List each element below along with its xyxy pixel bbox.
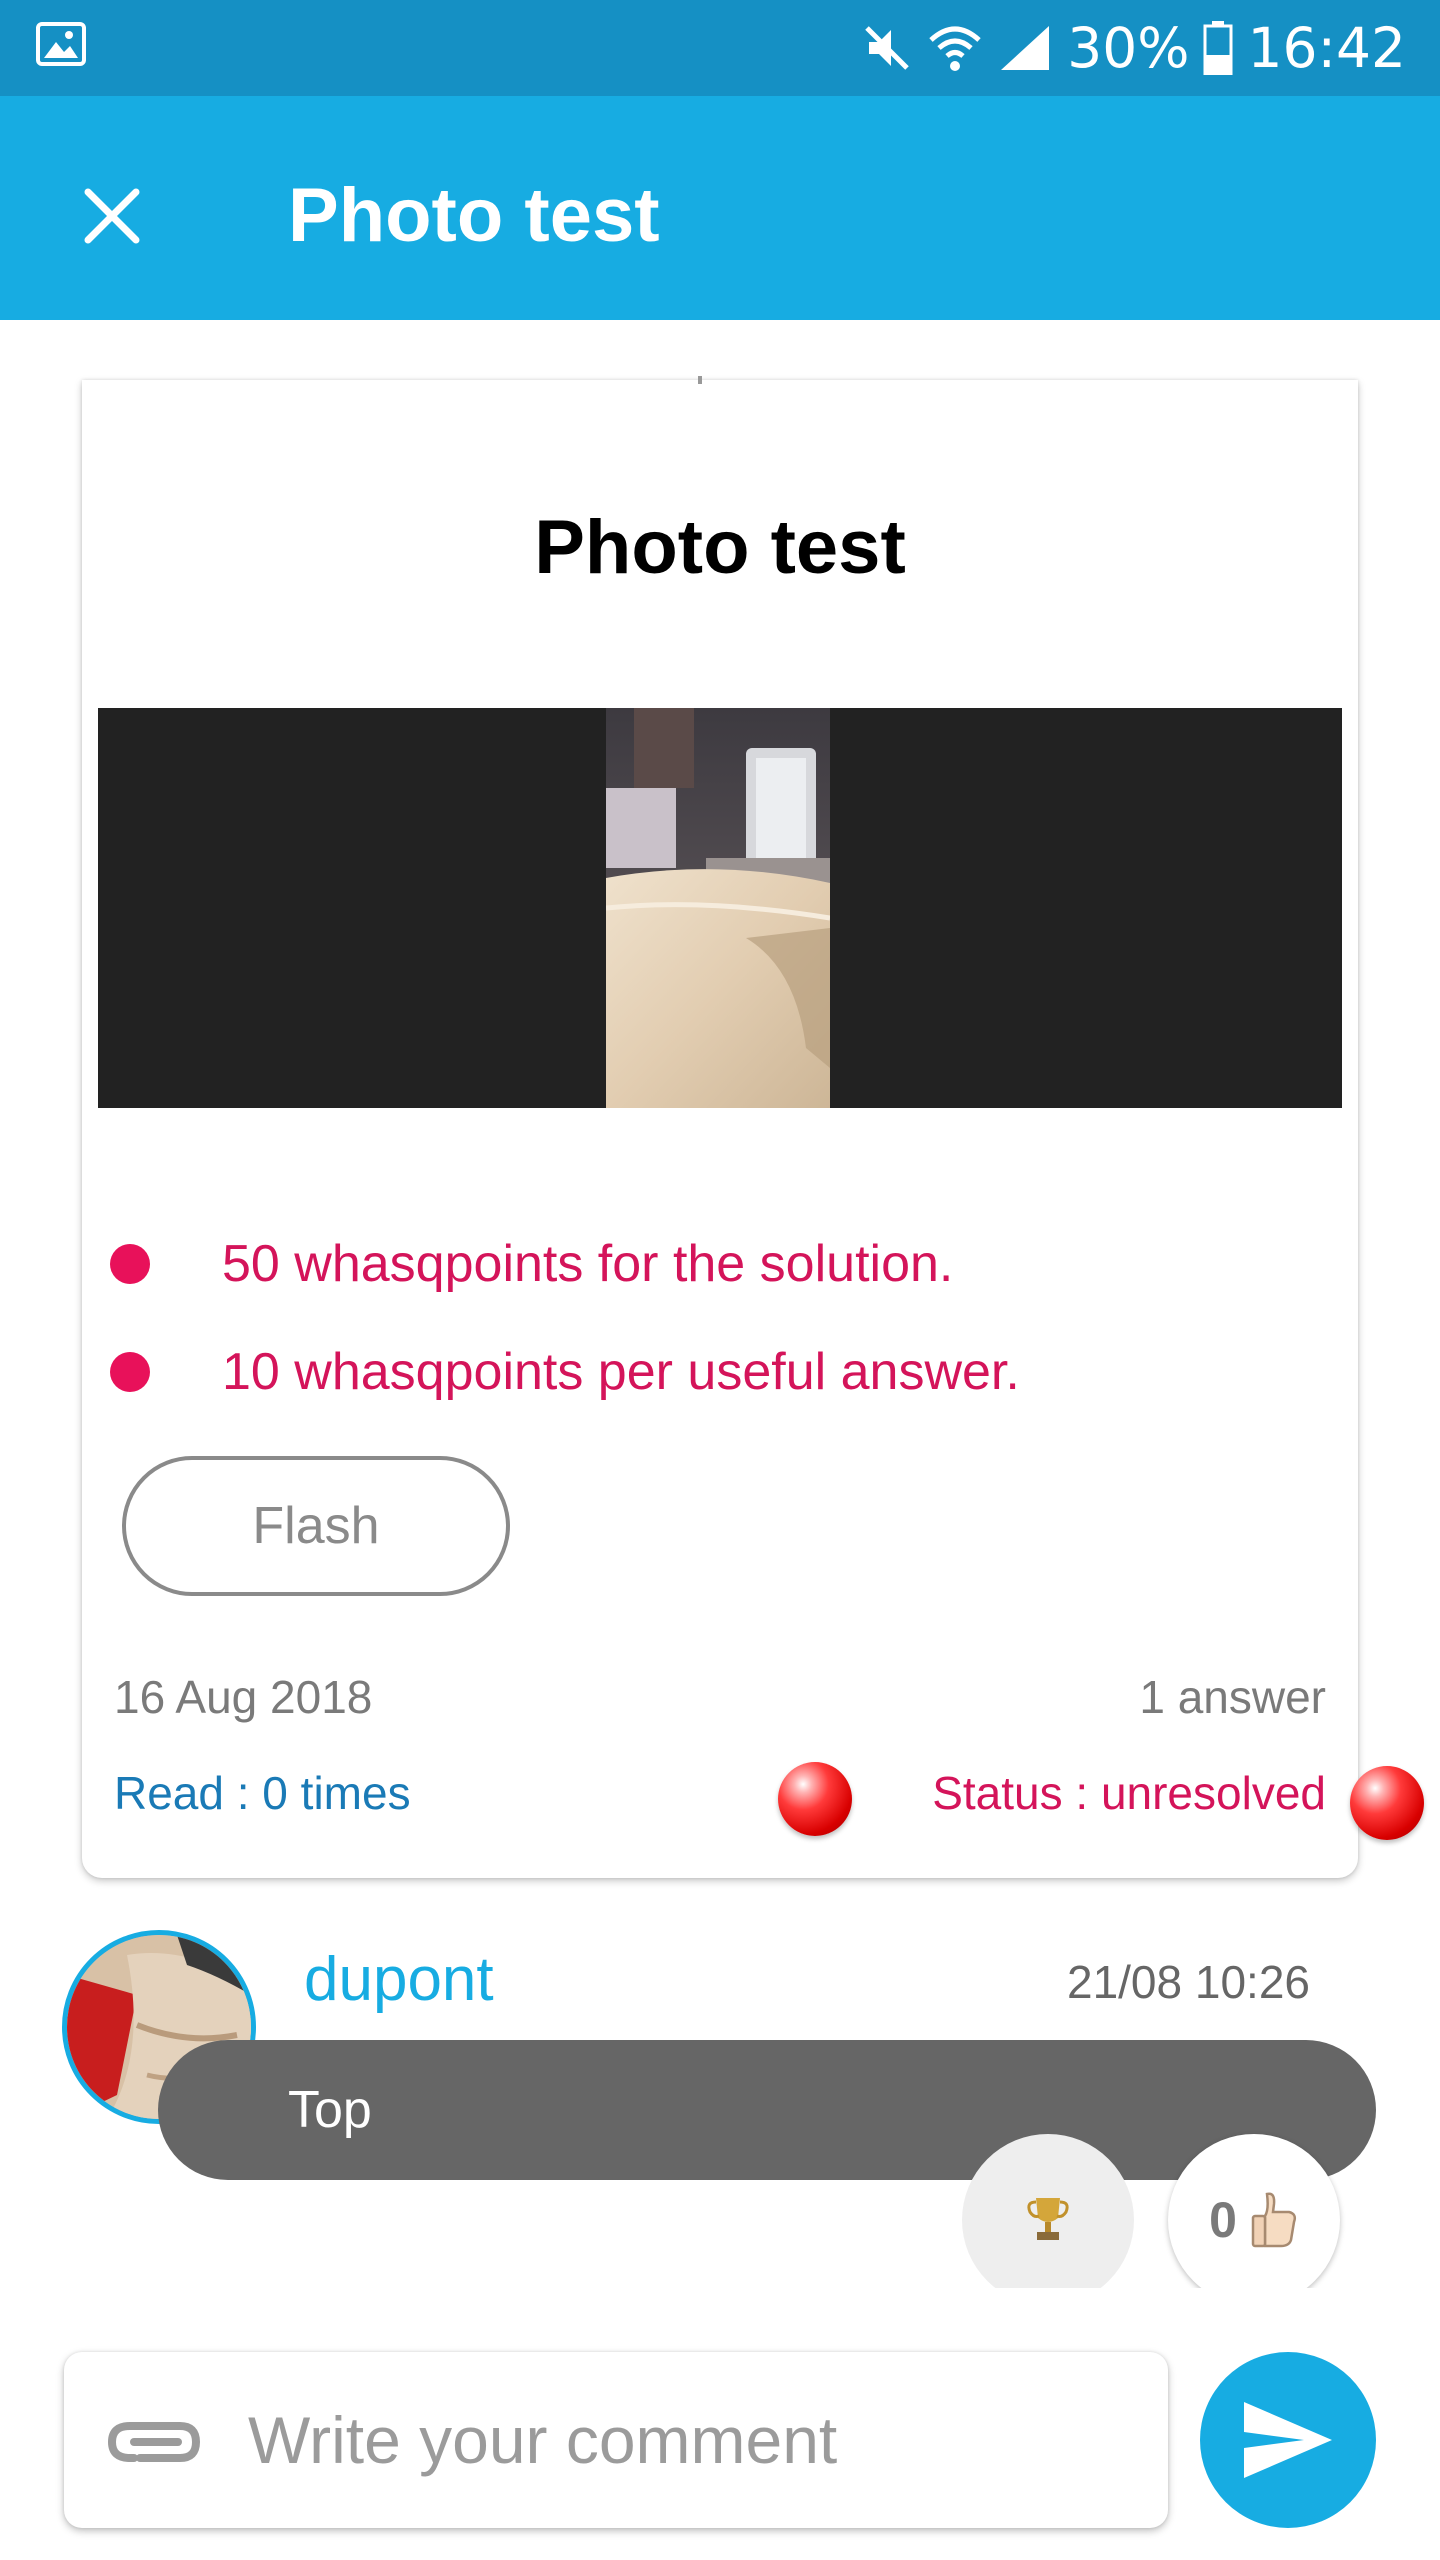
reward-solution-text: 50 whasqpoints for the solution. [222,1235,954,1293]
thumbs-up-icon [1251,2192,1296,2248]
like-count: 0 [1209,2192,1237,2248]
battery-percent: 30% [1067,15,1190,80]
wifi-icon [929,26,981,71]
paperclip-icon[interactable] [104,2400,204,2480]
answer-time: 21/08 10:26 [1066,1956,1310,2008]
close-icon [84,188,140,244]
scroll-indicator [698,376,702,384]
answers-count: 1 answer [1139,1671,1326,1723]
screen: 30% 16:42 Photo test Photo test 50 whasq… [0,0,1440,2560]
signal-icon [1001,26,1050,70]
bullet-icon [110,1352,150,1392]
answer-text: Top [288,2081,372,2139]
question-date: 16 Aug 2018 [114,1671,373,1723]
comment-input[interactable] [248,2380,1128,2500]
page-title: Photo test [288,173,660,258]
mute-icon [865,26,910,70]
comment-box [64,2352,1168,2528]
award-solution-button[interactable] [962,2134,1134,2306]
gallery-icon [36,22,86,66]
red-ball-icon [1350,1766,1424,1840]
reward-useful-answer-text: 10 whasqpoints per useful answer. [222,1343,1020,1401]
question-title: Photo test [534,505,906,590]
close-button[interactable] [62,166,162,266]
trophy-icon [1027,2198,1069,2240]
question-photo[interactable] [98,708,1342,1108]
status-indicators: 30% 16:42 [861,0,1406,96]
app-bar: Photo test [0,96,1440,320]
red-ball-icon [778,1762,852,1836]
question-card: Photo test 50 whasqpoints for the soluti… [82,376,1358,1878]
question-status: Status : unresolved [932,1767,1326,1819]
read-count: Read : 0 times [114,1767,411,1819]
reward-useful-answer: 10 whasqpoints per useful answer. [110,1332,1020,1412]
bullet-icon [110,1244,150,1284]
flash-button[interactable]: Flash [122,1456,510,1596]
send-button[interactable] [1200,2352,1376,2528]
reward-solution: 50 whasqpoints for the solution. [110,1224,953,1304]
like-button[interactable]: 0 [1168,2134,1340,2306]
answer-author[interactable]: dupont [304,1940,494,2020]
battery-icon [1203,21,1233,75]
photo-image [606,708,830,1108]
send-icon [1244,2402,1332,2478]
clock: 16:42 [1247,15,1406,80]
status-bar: 30% 16:42 [0,0,1440,96]
